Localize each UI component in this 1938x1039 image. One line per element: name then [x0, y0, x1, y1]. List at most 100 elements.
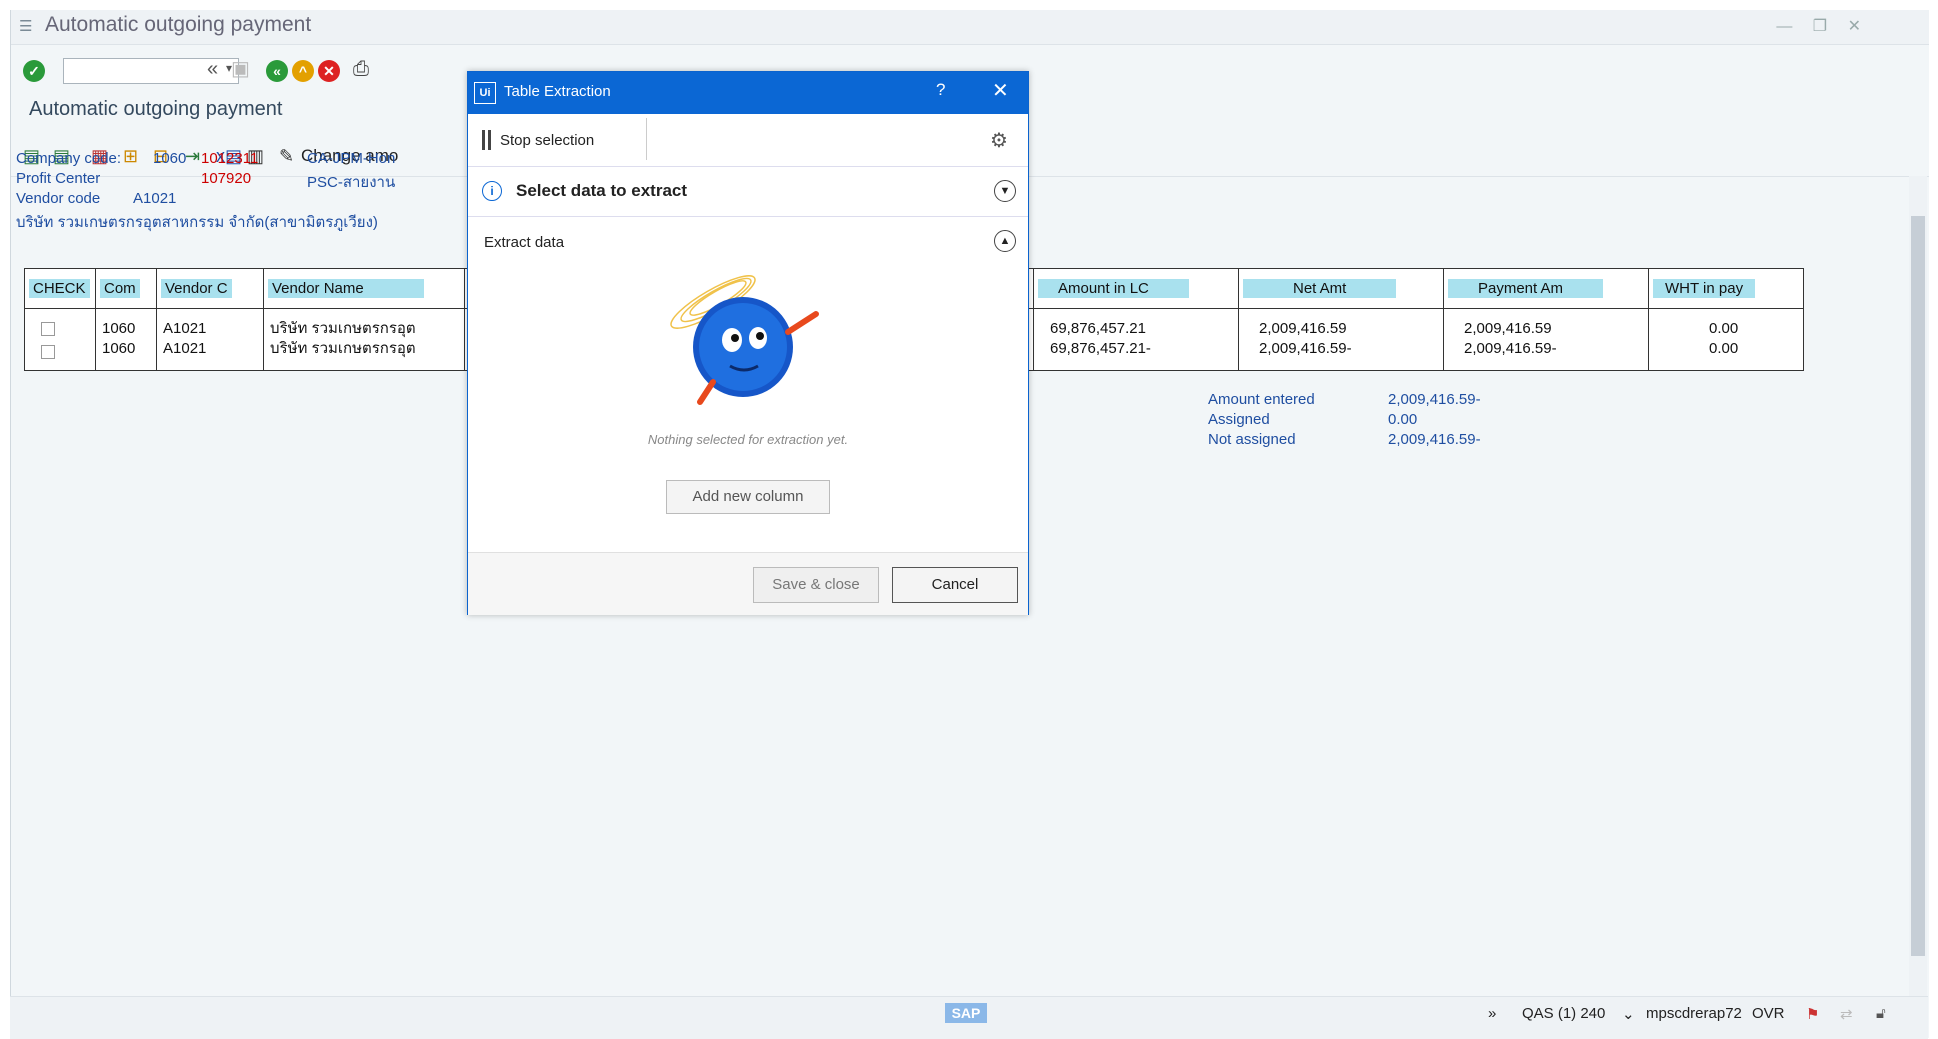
totals-block: Amount entered 2,009,416.59- Assigned 0.00… — [1208, 390, 1481, 450]
table-cell[interactable]: 1060 — [102, 339, 150, 359]
back-icon[interactable]: « — [266, 60, 288, 82]
exit-icon[interactable]: ^ — [292, 60, 314, 82]
col-vendor[interactable]: Vendor C — [156, 268, 264, 309]
stop-selection-bar: Stop selection ⚙ — [468, 114, 1028, 167]
col-net-amt[interactable]: Net Amt — [1238, 268, 1444, 309]
net-amt-cells: 2,009,416.59 2,009,416.59- — [1238, 308, 1444, 371]
col-com[interactable]: Com — [95, 268, 157, 309]
company-desc: CA-JPM-Hon — [307, 150, 396, 167]
pause-icon[interactable] — [482, 130, 491, 150]
vendor-code-value: A1021 — [133, 190, 177, 207]
flag-icon[interactable]: ⚑ — [1806, 1005, 1819, 1023]
header-cell[interactable]: Amount in LC — [1038, 279, 1189, 298]
server-name: mpscdrerap72 — [1646, 1005, 1742, 1022]
insert-mode: OVR — [1752, 1005, 1785, 1022]
table-cell[interactable]: 2,009,416.59 — [1464, 319, 1642, 339]
table-cell[interactable]: 2,009,416.59- — [1464, 339, 1642, 359]
pencil-icon[interactable]: ✎ — [279, 146, 294, 167]
select-data-title: Select data to extract — [516, 181, 688, 200]
table-cell[interactable]: 69,876,457.21 — [1050, 319, 1232, 339]
chevron-up-icon[interactable]: ▲ — [994, 230, 1016, 252]
header-cell[interactable]: Vendor Name — [268, 279, 424, 298]
enter-icon[interactable]: ✓ — [23, 60, 45, 82]
screen-title: Automatic outgoing payment — [29, 98, 283, 120]
col-wht[interactable]: WHT in pay — [1648, 268, 1804, 309]
export-icon[interactable]: ⇥ — [185, 146, 200, 167]
vendor-cells: A1021 A1021 — [156, 308, 264, 371]
header-cell[interactable]: Net Amt — [1243, 279, 1397, 298]
info-icon: i — [482, 181, 502, 201]
company-code-value: 1060 — [153, 150, 187, 167]
company-code-ref: 1012311 — [201, 150, 259, 167]
table-cell[interactable]: 1060 — [102, 319, 150, 339]
system-info[interactable]: QAS (1) 240 — [1522, 1005, 1605, 1022]
row-checkbox[interactable] — [41, 322, 55, 336]
vendor-code-label: Vendor code — [16, 190, 101, 207]
uipath-logo: Ui — [474, 82, 496, 104]
dialog-header: Ui Table Extraction ? ✕ — [468, 72, 1028, 114]
lock-icon[interactable]: 🔓︎ — [1876, 1005, 1886, 1022]
amount-entered-value: 2,009,416.59- — [1388, 391, 1481, 408]
divider — [646, 118, 647, 160]
assigned-label: Assigned — [1208, 411, 1270, 428]
header-cell[interactable]: Com — [100, 279, 140, 298]
gear-icon[interactable]: ⚙ — [990, 128, 1008, 153]
assigned-value: 0.00 — [1388, 411, 1418, 428]
close-icon[interactable]: ✕ — [992, 78, 1009, 103]
row-checkbox[interactable] — [41, 345, 55, 359]
table-cell[interactable]: 2,009,416.59 — [1259, 319, 1437, 339]
select-data-section[interactable]: i Select data to extract ▼ — [468, 166, 1028, 217]
table-cell[interactable]: 0.00 — [1709, 319, 1797, 339]
table-cell[interactable]: 69,876,457.21- — [1050, 339, 1232, 359]
layout-icon[interactable]: ⊞ — [123, 146, 138, 167]
title-bar: ☰ Automatic outgoing payment — ❐ ✕ — [11, 10, 1929, 45]
save-icon[interactable]: ▣ — [231, 56, 250, 82]
table-cell[interactable]: A1021 — [163, 339, 257, 359]
not-assigned-label: Not assigned — [1208, 431, 1296, 448]
table-cell[interactable]: 2,009,416.59- — [1259, 339, 1437, 359]
payment-cells: 2,009,416.59 2,009,416.59- — [1443, 308, 1649, 371]
cancel-icon[interactable]: ✕ — [318, 60, 340, 82]
table-cell[interactable]: บริษัท รวมเกษตรกรอุต — [270, 319, 458, 339]
table-cell[interactable]: A1021 — [163, 319, 257, 339]
header-cell[interactable]: Vendor C — [161, 279, 232, 298]
scrollbar-thumb[interactable] — [1911, 216, 1925, 956]
print-icon[interactable]: ⎙ — [353, 56, 369, 82]
window-title: Automatic outgoing payment — [45, 13, 312, 36]
window-controls[interactable]: — ❐ ✕ — [1776, 16, 1869, 36]
company-code-label: Company code: — [16, 150, 122, 167]
header-cell[interactable]: CHECK — [29, 279, 90, 298]
stop-selection-button[interactable]: Stop selection — [500, 132, 594, 149]
wht-cells: 0.00 0.00 — [1648, 308, 1804, 371]
swap-icon: ⇄ — [1840, 1006, 1853, 1023]
cancel-button[interactable]: Cancel — [892, 567, 1018, 603]
robot-mascot-illustration — [670, 275, 819, 405]
col-payment-am[interactable]: Payment Am — [1443, 268, 1649, 309]
header-cell[interactable]: WHT in pay — [1653, 279, 1756, 298]
col-amount-lc[interactable]: Amount in LC — [1033, 268, 1239, 309]
expand-status-icon[interactable]: » — [1488, 1005, 1496, 1022]
table-cell[interactable]: บริษัท รวมเกษตรกรอุต — [270, 339, 458, 359]
add-new-column-button[interactable]: Add new column — [666, 480, 830, 514]
dialog-title: Table Extraction — [504, 83, 611, 100]
menu-icon[interactable]: ☰ — [19, 17, 32, 35]
col-check[interactable]: CHECK — [24, 268, 96, 309]
check-cells — [24, 308, 96, 371]
save-close-button[interactable]: Save & close — [753, 567, 879, 603]
amount-lc-cells: 69,876,457.21 69,876,457.21- — [1033, 308, 1239, 371]
extract-data-title: Extract data — [484, 234, 565, 251]
sap-logo: SAP — [945, 1003, 987, 1023]
status-bar: SAP » QAS (1) 240 ⌄ mpscdrerap72 OVR ⚑ ⇄… — [10, 996, 1928, 1039]
table-extraction-dialog: Ui Table Extraction ? ✕ Stop selection ⚙… — [467, 71, 1029, 615]
not-assigned-value: 2,009,416.59- — [1388, 431, 1481, 448]
empty-state-message: Nothing selected for extraction yet. — [647, 432, 849, 447]
help-button[interactable]: ? — [936, 80, 945, 100]
chevron-down-icon[interactable]: ⌄ — [1622, 1005, 1635, 1023]
table-cell[interactable]: 0.00 — [1709, 339, 1797, 359]
back-double-icon[interactable]: « — [207, 56, 218, 82]
chevron-down-icon[interactable]: ▼ — [994, 180, 1016, 202]
col-vendor-name[interactable]: Vendor Name — [263, 268, 465, 309]
dialog-footer: Save & close Cancel — [468, 552, 1028, 615]
profit-center-value: 107920 — [201, 170, 252, 187]
header-cell[interactable]: Payment Am — [1448, 279, 1604, 298]
